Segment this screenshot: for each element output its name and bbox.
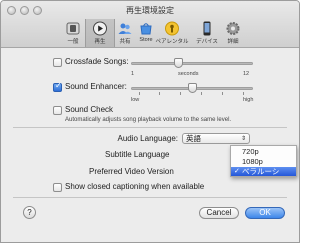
sound-enhancer-low-label: low xyxy=(131,97,140,103)
audio-language-label: Audio Language: xyxy=(117,134,179,143)
ok-button[interactable]: OK xyxy=(245,207,285,219)
menu-item-label: ベラルーシ xyxy=(242,167,280,176)
preferred-video-label: Preferred Video Version xyxy=(89,167,174,176)
popup-arrows-icon: ⇕ xyxy=(240,135,246,142)
menu-item-720p[interactable]: 720p xyxy=(231,147,296,156)
menu-item-label: 1080p xyxy=(242,157,263,166)
advanced-gear-icon xyxy=(226,22,240,35)
playback-icon xyxy=(93,21,107,36)
parental-icon xyxy=(165,21,179,36)
toolbar-item-general[interactable]: 一般 xyxy=(58,19,88,47)
sound-enhancer-label: Sound Enhancer: xyxy=(65,82,127,91)
crossfade-checkbox[interactable] xyxy=(53,58,62,67)
audio-language-popup[interactable]: 英語 ⇕ xyxy=(182,133,250,144)
toolbar-item-label: 詳細 xyxy=(227,39,239,45)
slider-tick xyxy=(159,92,160,95)
crossfade-slider-knob[interactable] xyxy=(173,58,183,68)
menu-item-label: 720p xyxy=(242,147,259,156)
sound-enhancer-high-label: high xyxy=(243,97,254,103)
subtitle-language-label: Subtitle Language xyxy=(105,150,170,159)
devices-icon xyxy=(203,21,211,36)
sound-check-label: Sound Check xyxy=(65,105,114,114)
crossfade-label: Crossfade Songs: xyxy=(65,57,129,66)
separator xyxy=(13,127,287,128)
slider-tick xyxy=(139,92,140,95)
closed-captioning-label: Show closed captioning when available xyxy=(65,182,205,191)
crossfade-max-label: 12 xyxy=(243,71,250,77)
sound-check-description: Automatically adjusts song playback volu… xyxy=(65,117,232,123)
separator xyxy=(13,197,287,198)
toolbar-item-label: ペアレンタル xyxy=(155,39,189,45)
sound-check-checkbox[interactable] xyxy=(53,106,62,115)
crossfade-min-label: 1 xyxy=(131,71,135,77)
toolbar-item-label: 一般 xyxy=(67,39,79,45)
checkmark-icon: ✓ xyxy=(234,167,240,175)
closed-captioning-checkbox[interactable] xyxy=(53,183,62,192)
crossfade-unit-label: seconds xyxy=(178,71,199,77)
cancel-button[interactable]: Cancel xyxy=(199,207,239,219)
toolbar-item-parental[interactable]: ペアレンタル xyxy=(152,19,192,47)
sound-enhancer-slider-knob[interactable] xyxy=(187,83,197,93)
preferred-video-menu: 720p 1080p ✓ ベラルーシ xyxy=(230,145,297,177)
window-title: 再生環境設定 xyxy=(126,6,174,15)
slider-tick xyxy=(201,92,202,95)
menu-item-belarusian[interactable]: ✓ ベラルーシ xyxy=(231,167,296,176)
slider-tick xyxy=(222,92,223,95)
crossfade-slider-track[interactable] xyxy=(131,62,253,65)
toolbar-item-advanced[interactable]: 詳細 xyxy=(218,19,248,47)
audio-language-value: 英語 xyxy=(186,134,201,143)
preferences-window: 再生環境設定 一般 再生 共有 Store ペアレンタル デバイス 詳細 Cro… xyxy=(0,0,300,243)
help-button[interactable]: ? xyxy=(23,206,36,219)
menu-item-1080p[interactable]: 1080p xyxy=(231,157,296,166)
slider-tick xyxy=(180,92,181,95)
toolbar: 再生環境設定 一般 再生 共有 Store ペアレンタル デバイス 詳細 xyxy=(1,1,299,48)
slider-tick xyxy=(243,92,244,95)
sound-enhancer-checkbox[interactable] xyxy=(53,81,62,92)
general-switch-icon xyxy=(66,22,80,35)
